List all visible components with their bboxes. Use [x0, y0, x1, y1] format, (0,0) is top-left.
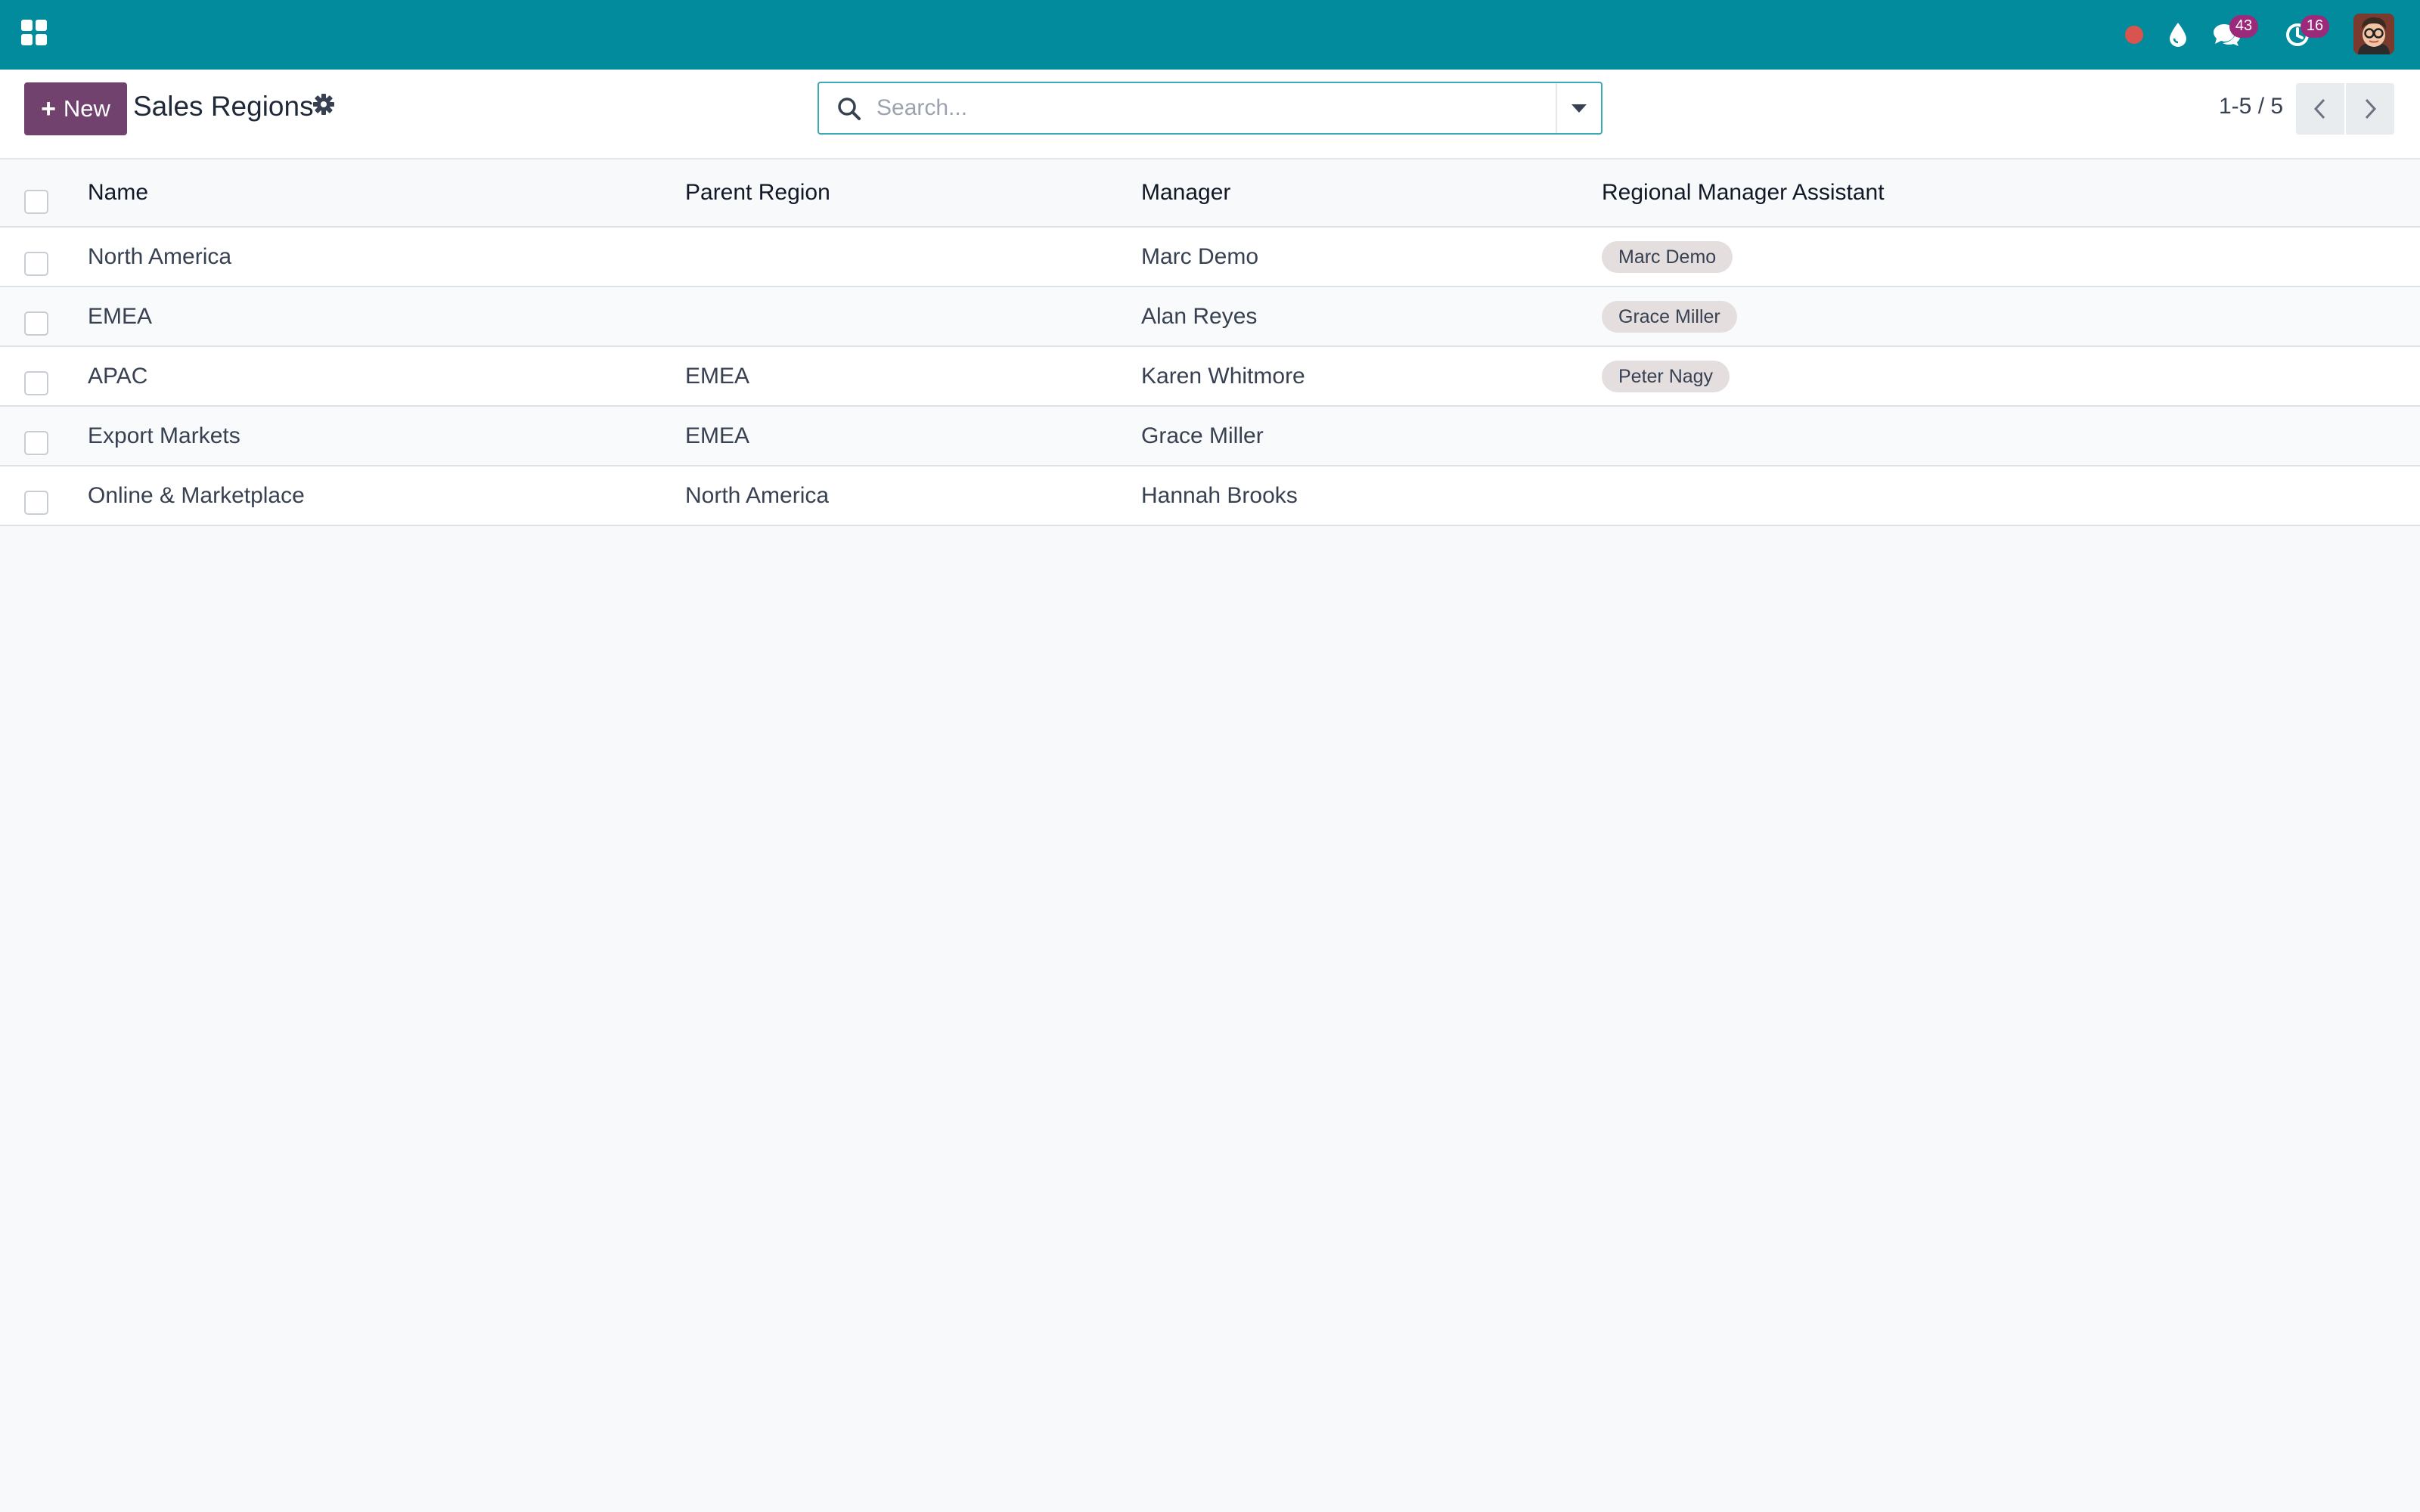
list-table: Name Parent Region Manager Regional Mana…: [0, 160, 2420, 526]
cell-assistant: Marc Demo: [1602, 228, 1733, 286]
cell-manager: Alan Reyes: [1141, 303, 1258, 329]
cell-manager: Grace Miller: [1141, 423, 1264, 448]
cell-name: APAC: [88, 363, 148, 389]
cell-name: Online & Marketplace: [88, 482, 305, 508]
chevron-right-icon: [2365, 98, 2377, 119]
activities-button[interactable]: 16: [2281, 15, 2329, 51]
column-header-parent-region[interactable]: Parent Region: [685, 160, 830, 226]
column-header-regional-manager-assistant[interactable]: Regional Manager Assistant: [1602, 160, 1885, 226]
activities-count-badge: 16: [2301, 15, 2329, 38]
recording-indicator-icon[interactable]: [2118, 18, 2151, 51]
row-checkbox[interactable]: [24, 252, 48, 276]
caret-down-icon: [1571, 104, 1587, 113]
search-bar: [818, 82, 1602, 135]
cell-parent-region: North America: [685, 482, 830, 508]
water-drop-icon: [2170, 23, 2186, 47]
assistant-tag[interactable]: Peter Nagy: [1602, 360, 1730, 392]
search-options-toggle[interactable]: [1556, 83, 1601, 133]
cell-manager: Hannah Brooks: [1141, 482, 1298, 508]
plus-icon: +: [41, 94, 56, 123]
cell-parent-region: EMEA: [685, 363, 750, 389]
table-row[interactable]: Export Markets EMEA Grace Miller: [0, 407, 2420, 466]
table-row[interactable]: APAC EMEA Karen Whitmore Peter Nagy: [0, 347, 2420, 407]
column-header-name[interactable]: Name: [88, 160, 148, 226]
search-input[interactable]: [876, 89, 1572, 127]
messages-button[interactable]: 43: [2210, 15, 2258, 51]
new-button[interactable]: + New: [24, 82, 127, 135]
pager-value[interactable]: 1-5 / 5: [2219, 94, 2283, 119]
assistant-tag[interactable]: Marc Demo: [1602, 240, 1733, 273]
select-all-checkbox[interactable]: [24, 190, 48, 214]
top-navbar: 43 16: [0, 0, 2420, 70]
avatar-face-icon: [2353, 14, 2394, 54]
cell-manager: Karen Whitmore: [1141, 363, 1305, 389]
table-row[interactable]: Online & Marketplace North America Hanna…: [0, 466, 2420, 526]
assistant-tag[interactable]: Grace Miller: [1602, 300, 1737, 333]
cell-assistant: Grace Miller: [1602, 287, 1737, 345]
drop-icon[interactable]: [2161, 18, 2195, 51]
cell-manager: Marc Demo: [1141, 243, 1259, 269]
column-header-manager[interactable]: Manager: [1141, 160, 1230, 226]
table-header: Name Parent Region Manager Regional Mana…: [0, 160, 2420, 228]
cell-name: EMEA: [88, 303, 153, 329]
chevron-left-icon: [2313, 98, 2325, 119]
cell-name: North America: [88, 243, 232, 269]
page-title: Sales Regions: [133, 91, 314, 122]
table-row[interactable]: EMEA Alan Reyes Grace Miller: [0, 287, 2420, 347]
messages-count-badge: 43: [2229, 15, 2258, 38]
cell-parent-region: EMEA: [685, 423, 750, 448]
cell-assistant: Peter Nagy: [1602, 347, 1730, 405]
control-panel: + New Sales Regions 1-5 / 5: [0, 70, 2420, 160]
cell-name: Export Markets: [88, 423, 240, 448]
gear-icon[interactable]: [312, 92, 336, 116]
row-checkbox[interactable]: [24, 371, 48, 395]
pager-next-button[interactable]: [2346, 83, 2394, 135]
pager-previous-button[interactable]: [2296, 83, 2344, 135]
apps-menu-icon[interactable]: [21, 20, 48, 47]
new-button-label: New: [63, 95, 110, 122]
user-avatar[interactable]: [2353, 14, 2394, 54]
row-checkbox[interactable]: [24, 311, 48, 336]
row-checkbox[interactable]: [24, 431, 48, 455]
row-checkbox[interactable]: [24, 491, 48, 515]
search-icon[interactable]: [836, 95, 863, 122]
table-row[interactable]: North America Marc Demo Marc Demo: [0, 228, 2420, 287]
